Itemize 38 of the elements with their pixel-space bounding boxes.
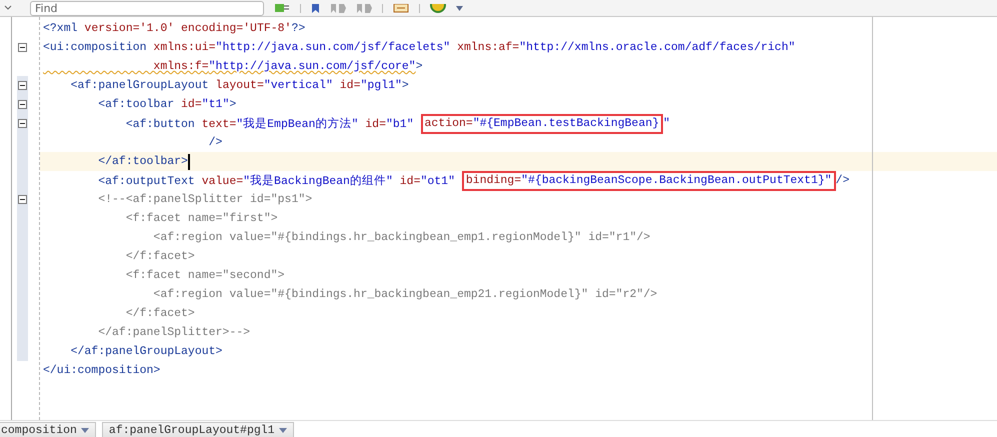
code-text: " — [663, 117, 670, 130]
find-field[interactable]: Find — [30, 0, 264, 16]
caret-icon[interactable] — [456, 6, 463, 10]
chevron-icon[interactable] — [4, 5, 12, 11]
code-text: </af:panelSplitter>--> — [97, 326, 250, 339]
collapse-icon[interactable] — [18, 195, 27, 204]
code-text: </af:toolbar> — [97, 155, 188, 168]
code-text: <af:toolbar id="t1"> — [97, 98, 236, 111]
breadcrumb-tab[interactable]: af:panelGroupLayout#pgl1 — [102, 422, 294, 437]
code-text: </f:facet> — [124, 250, 195, 263]
code-text: <af:panelGroupLayout layout="vertical" id="pgl1"> — [70, 79, 409, 92]
code-text: xmlns:f="http://java.sun.com/jsf/core"> — [152, 60, 423, 73]
code-text: <ui:composition xmlns:ui="http://java.sun.com/jsf/facelets" xmlns:af="http://xmlns.oracle.com/adf/faces/rich" — [43, 41, 796, 54]
caret-icon[interactable] — [278, 428, 287, 432]
code-text: </af:panelGroupLayout> — [70, 345, 222, 358]
collapse-icon[interactable] — [18, 43, 27, 52]
collapse-icon[interactable] — [18, 100, 27, 109]
code-text: /> — [208, 136, 222, 149]
code-text: <af:outputText value="我是BackingBean的组件" id="ot1" — [97, 174, 456, 188]
code-text: <?xml version='1.0' encoding='UTF-8'?> — [43, 22, 306, 35]
code-text: <!--<af:panelSplitter id="ps1"> — [97, 193, 312, 206]
code-text: </ui:composition> — [43, 364, 160, 377]
code-text: /> — [836, 174, 850, 187]
collapse-icon[interactable] — [18, 119, 27, 128]
code-text: <f:facet name="first"> — [124, 212, 278, 225]
panel-icon[interactable] — [393, 4, 409, 12]
caret-icon[interactable] — [80, 428, 89, 432]
code-text: </f:facet> — [124, 307, 195, 320]
code-text: <af:region value="#{bindings.hr_backingbean_emp21.regionModel}" id="r2"/> — [152, 288, 658, 301]
bookmark-icon[interactable] — [311, 4, 320, 12]
collapse-icon[interactable] — [18, 81, 27, 90]
text-caret — [188, 154, 190, 170]
code-text: <af:button text="我是EmpBean的方法" id="b1" — [124, 116, 415, 131]
code-text: <af:region value="#{bindings.hr_backingbean_emp1.regionModel}" id="r1"/> — [152, 231, 650, 244]
highlight-box: action="#{EmpBean.testBackingBean} — [420, 114, 664, 134]
highlight-box: binding="#{backingBeanScope.BackingBean.outPutText1}" — [462, 170, 836, 190]
code-text: <f:facet name="second"> — [124, 269, 285, 282]
breadcrumb-tab[interactable]: composition — [0, 422, 96, 437]
